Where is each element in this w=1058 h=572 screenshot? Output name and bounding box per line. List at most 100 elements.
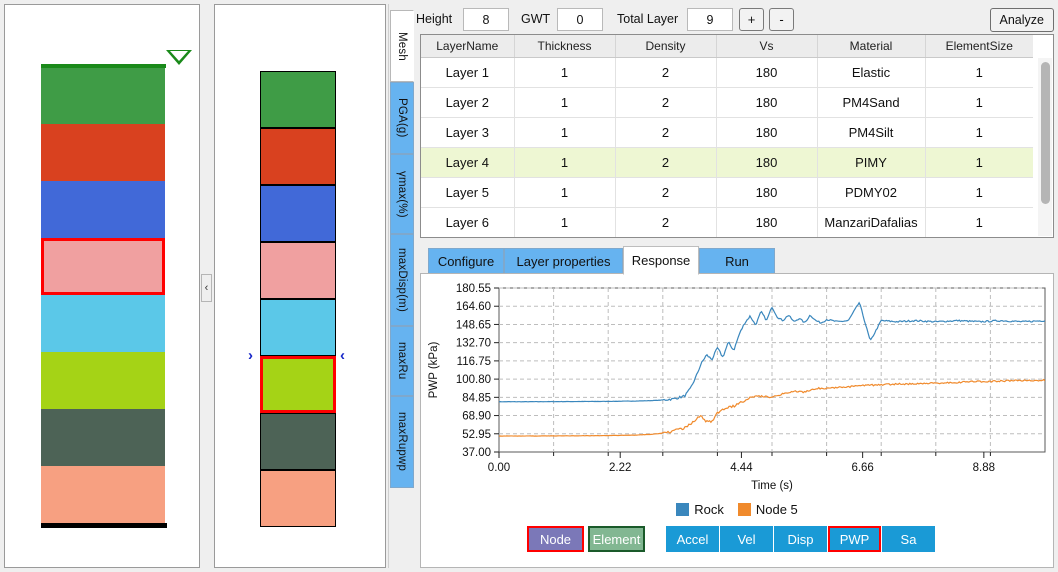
table-scrollbar-thumb[interactable] [1041,62,1050,204]
bottom-tab-run[interactable]: Run [699,248,775,274]
table-cell[interactable]: PM4Sand [817,87,926,118]
table-cell[interactable]: 1 [514,177,616,208]
table-column-header[interactable]: Vs [716,35,818,58]
soil-layer-block[interactable] [260,299,336,356]
table-column-header[interactable]: Density [615,35,717,58]
table-row[interactable]: Layer 2 1 2 180 PM4Sand 1 [421,87,1033,118]
table-row[interactable]: Layer 3 1 2 180 PM4Silt 1 [421,117,1033,148]
table-cell[interactable]: Layer 6 [421,207,515,237]
table-cell[interactable]: Layer 5 [421,177,515,208]
table-cell[interactable]: 1 [925,87,1033,118]
soil-layer-block[interactable] [41,409,165,466]
table-cell[interactable]: 1 [514,147,616,178]
accel-response-button[interactable]: Accel [666,526,719,552]
table-cell[interactable]: 1 [514,87,616,118]
table-cell[interactable]: PM4Silt [817,117,926,148]
pwp-response-button[interactable]: PWP [828,526,881,552]
soil-layer-block[interactable] [41,124,165,181]
disp-response-button[interactable]: Disp [774,526,827,552]
table-row[interactable]: Layer 6 1 2 180 ManzariDafalias 1 [421,207,1033,237]
remove-layer-button[interactable]: - [769,8,794,31]
soil-layer-block[interactable] [41,181,165,238]
legend-item[interactable]: Node 5 [737,502,798,517]
soil-layer-block[interactable] [41,352,165,409]
soil-layer-block[interactable] [260,470,336,527]
soil-layer-block[interactable] [41,238,165,295]
element-mode-button[interactable]: Element [588,526,645,552]
table-row[interactable]: Layer 5 1 2 180 PDMY02 1 [421,177,1033,208]
table-cell[interactable]: 180 [716,117,818,148]
table-cell[interactable]: PIMY [817,147,926,178]
table-cell[interactable]: ManzariDafalias [817,207,926,237]
table-cell[interactable]: 180 [716,177,818,208]
table-cell[interactable]: 1 [514,57,616,88]
legend-item[interactable]: Rock [676,502,724,517]
table-cell[interactable]: 2 [615,147,717,178]
table-cell[interactable]: 1 [925,177,1033,208]
layer-boundary-marker-right[interactable]: ‹ [340,348,345,363]
node-mode-button[interactable]: Node [527,526,584,552]
table-cell[interactable]: 1 [925,117,1033,148]
bottom-tab-configure[interactable]: Configure [428,248,504,274]
table-cell[interactable]: PDMY02 [817,177,926,208]
table-column-header[interactable]: ElementSize [925,35,1033,58]
table-cell[interactable]: 1 [514,117,616,148]
table-scrollbar[interactable] [1038,58,1052,236]
vertical-tab-mesh[interactable]: Mesh [390,10,414,82]
vertical-tab-max[interactable]: γmax(%) [390,154,414,234]
soil-column-mid[interactable] [260,71,336,527]
table-row[interactable]: Layer 1 1 2 180 Elastic 1 [421,57,1033,88]
vertical-tab-maxdisp-m[interactable]: maxDisp(m) [390,234,414,326]
table-cell[interactable]: 2 [615,177,717,208]
vel-response-button[interactable]: Vel [720,526,773,552]
table-column-header[interactable]: LayerName [421,35,515,58]
panel-collapse-handle[interactable]: ‹ [201,274,212,302]
table-cell[interactable]: 2 [615,117,717,148]
bottom-tab-label: Response [631,253,691,268]
table-cell[interactable]: Elastic [817,57,926,88]
table-cell[interactable]: Layer 4 [421,147,515,178]
table-cell[interactable]: 1 [514,207,616,237]
table-cell[interactable]: Layer 3 [421,117,515,148]
table-column-header[interactable]: Material [817,35,926,58]
soil-layer-block[interactable] [260,185,336,242]
table-cell[interactable]: 2 [615,87,717,118]
response-tab-pane: 37.00 52.95 68.90 84.85 100.80 116.75 132.70 14… [420,273,1054,568]
total-layer-input[interactable]: 9 [687,8,733,31]
soil-layer-block[interactable] [260,242,336,299]
table-cell[interactable]: 1 [925,207,1033,237]
gwt-input[interactable]: 0 [557,8,603,31]
soil-layer-block[interactable] [260,71,336,128]
button-label: Element [592,531,641,547]
soil-layer-block[interactable] [260,128,336,185]
bottom-tab-response[interactable]: Response [623,246,699,275]
table-cell[interactable]: Layer 2 [421,87,515,118]
soil-layer-block[interactable] [260,356,336,413]
table-cell[interactable]: 1 [925,57,1033,88]
vertical-tab-maxru[interactable]: maxRu [390,326,414,396]
vertical-tab-label: maxRupwp [396,412,408,472]
vertical-tab-pga-g[interactable]: PGA(g) [390,82,414,154]
table-cell[interactable]: 180 [716,57,818,88]
soil-layer-block[interactable] [41,466,165,523]
table-cell[interactable]: 180 [716,147,818,178]
vertical-tab-maxrupwp[interactable]: maxRupwp [390,396,414,488]
table-cell[interactable]: 2 [615,207,717,237]
table-cell[interactable]: 180 [716,87,818,118]
layer-boundary-marker-left[interactable]: › [248,348,253,363]
sa-response-button[interactable]: Sa [882,526,935,552]
table-cell[interactable]: Layer 1 [421,57,515,88]
table-cell[interactable]: 2 [615,57,717,88]
table-cell[interactable]: 180 [716,207,818,237]
bottom-tab-layer-properties[interactable]: Layer properties [504,248,623,274]
table-row[interactable]: Layer 4 1 2 180 PIMY 1 [421,147,1033,178]
soil-column-left[interactable] [41,67,165,523]
soil-layer-block[interactable] [260,413,336,470]
height-input[interactable]: 8 [463,8,509,31]
analyze-button[interactable]: Analyze [989,8,1054,32]
table-column-header[interactable]: Thickness [514,35,616,58]
soil-layer-block[interactable] [41,295,165,352]
add-layer-button[interactable]: + [739,8,764,31]
soil-layer-block[interactable] [41,67,165,124]
table-cell[interactable]: 1 [925,147,1033,178]
